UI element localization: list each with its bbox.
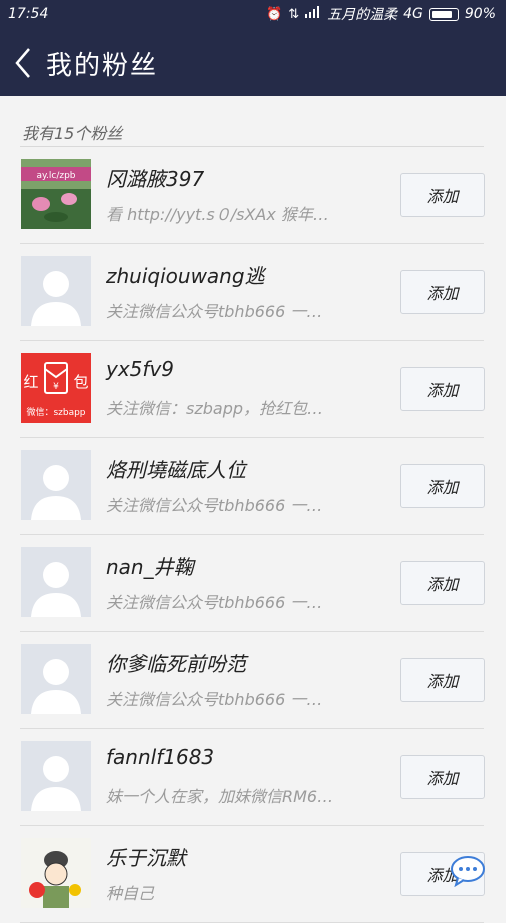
fan-row[interactable]: 乐于沉默 种自己 添加 <box>20 826 485 923</box>
svg-text:¥: ¥ <box>53 382 59 392</box>
fan-signature: 关注微信：szbapp，抢红包… <box>106 399 324 418</box>
fan-name: 乐于沉默 <box>106 846 186 870</box>
fan-signature: 关注微信公众号tbhb666 一… <box>106 496 323 515</box>
page-title: 我的粉丝 <box>46 50 159 81</box>
status-bar: 17:54 ⏰ ⇅ 五月的温柔 4G 90% <box>0 0 506 28</box>
svg-text:ay.lc/zpb: ay.lc/zpb <box>36 171 75 181</box>
fan-signature: 关注微信公众号tbhb666 一… <box>106 690 323 709</box>
fan-row[interactable]: 你爹临死前吩范关注微信公众号tbhb666 一… 添加 <box>20 632 485 729</box>
alarm-icon: ⏰ <box>266 6 283 22</box>
fan-name: yx5fv9 <box>106 357 174 381</box>
avatar[interactable] <box>21 644 91 714</box>
add-button[interactable]: 添加 <box>400 755 485 799</box>
avatar[interactable] <box>21 256 91 326</box>
avatar[interactable] <box>21 838 91 908</box>
add-button[interactable]: 添加 <box>400 367 485 411</box>
data-transfer-icon: ⇅ <box>288 6 300 22</box>
chat-bubble-icon[interactable] <box>450 855 486 887</box>
fan-name: fannlf1683 <box>106 745 215 769</box>
fan-row[interactable]: nan_井鞠关注微信公众号tbhb666 一… 添加 <box>20 535 485 632</box>
chevron-left-icon <box>15 48 30 78</box>
status-time: 17:54 <box>8 6 49 22</box>
svg-text:红: 红 <box>23 373 38 391</box>
svg-text:微信：szbapp: 微信：szbapp <box>26 406 85 418</box>
battery-icon <box>428 7 459 21</box>
add-button[interactable]: 添加 <box>400 561 485 605</box>
fan-signature: 种自己 <box>106 884 155 903</box>
fan-row[interactable]: zhuiqiouwang逃关注微信公众号tbhb666 一… 添加 <box>20 244 485 341</box>
fan-row[interactable]: ¥ 红 包微信：szbapp yx5fv9 关注微信：szbapp，抢红包… 添加 <box>20 341 485 438</box>
add-button[interactable]: 添加 <box>400 270 485 314</box>
fan-signature: 妹一个人在家，加妹微信RM6… <box>106 787 334 806</box>
fan-name: 冈潞腋397 <box>106 167 205 191</box>
fan-row[interactable]: ay.lc/zpb 冈潞腋397 看 http://yyt.s０/sXAx 猴年… 添… <box>20 147 485 244</box>
avatar[interactable] <box>21 450 91 520</box>
fan-count-label: 我有15个粉丝 <box>22 124 123 143</box>
signal-icon <box>305 6 321 22</box>
add-button[interactable]: 添加 <box>400 658 485 702</box>
app-header: 17:54 ⏰ ⇅ 五月的温柔 4G 90% 我的粉丝 <box>0 0 506 96</box>
avatar[interactable]: ay.lc/zpb <box>21 159 91 229</box>
battery-percent: 90% <box>464 6 496 22</box>
avatar[interactable]: ¥ 红 包微信：szbapp <box>21 353 91 423</box>
back-button[interactable] <box>0 35 46 91</box>
network-type: 4G <box>403 6 423 22</box>
fan-row[interactable]: 烙刑墝磁底人位关注微信公众号tbhb666 一… 添加 <box>20 438 485 535</box>
fan-name: 你爹临死前吩范 <box>106 652 246 676</box>
add-button[interactable]: 添加 <box>400 173 485 217</box>
svg-text:包: 包 <box>73 373 88 391</box>
fan-signature: 关注微信公众号tbhb666 一… <box>106 593 323 612</box>
fan-row[interactable]: fannlf1683 妹一个人在家，加妹微信RM6… 添加 <box>20 729 485 826</box>
add-button[interactable]: 添加 <box>400 464 485 508</box>
fan-signature: 看 http://yyt.s０/sXAx 猴年… <box>106 205 329 224</box>
fan-name: zhuiqiouwang逃 <box>106 264 265 288</box>
avatar[interactable] <box>21 741 91 811</box>
fan-list: ay.lc/zpb 冈潞腋397 看 http://yyt.s０/sXAx 猴年… 添… <box>20 146 485 923</box>
carrier-name: 五月的温柔 <box>327 7 398 23</box>
fan-signature: 关注微信公众号tbhb666 一… <box>106 302 323 321</box>
fan-name: nan_井鞠 <box>106 555 194 579</box>
fan-name: 烙刑墝磁底人位 <box>106 458 246 482</box>
avatar[interactable] <box>21 547 91 617</box>
